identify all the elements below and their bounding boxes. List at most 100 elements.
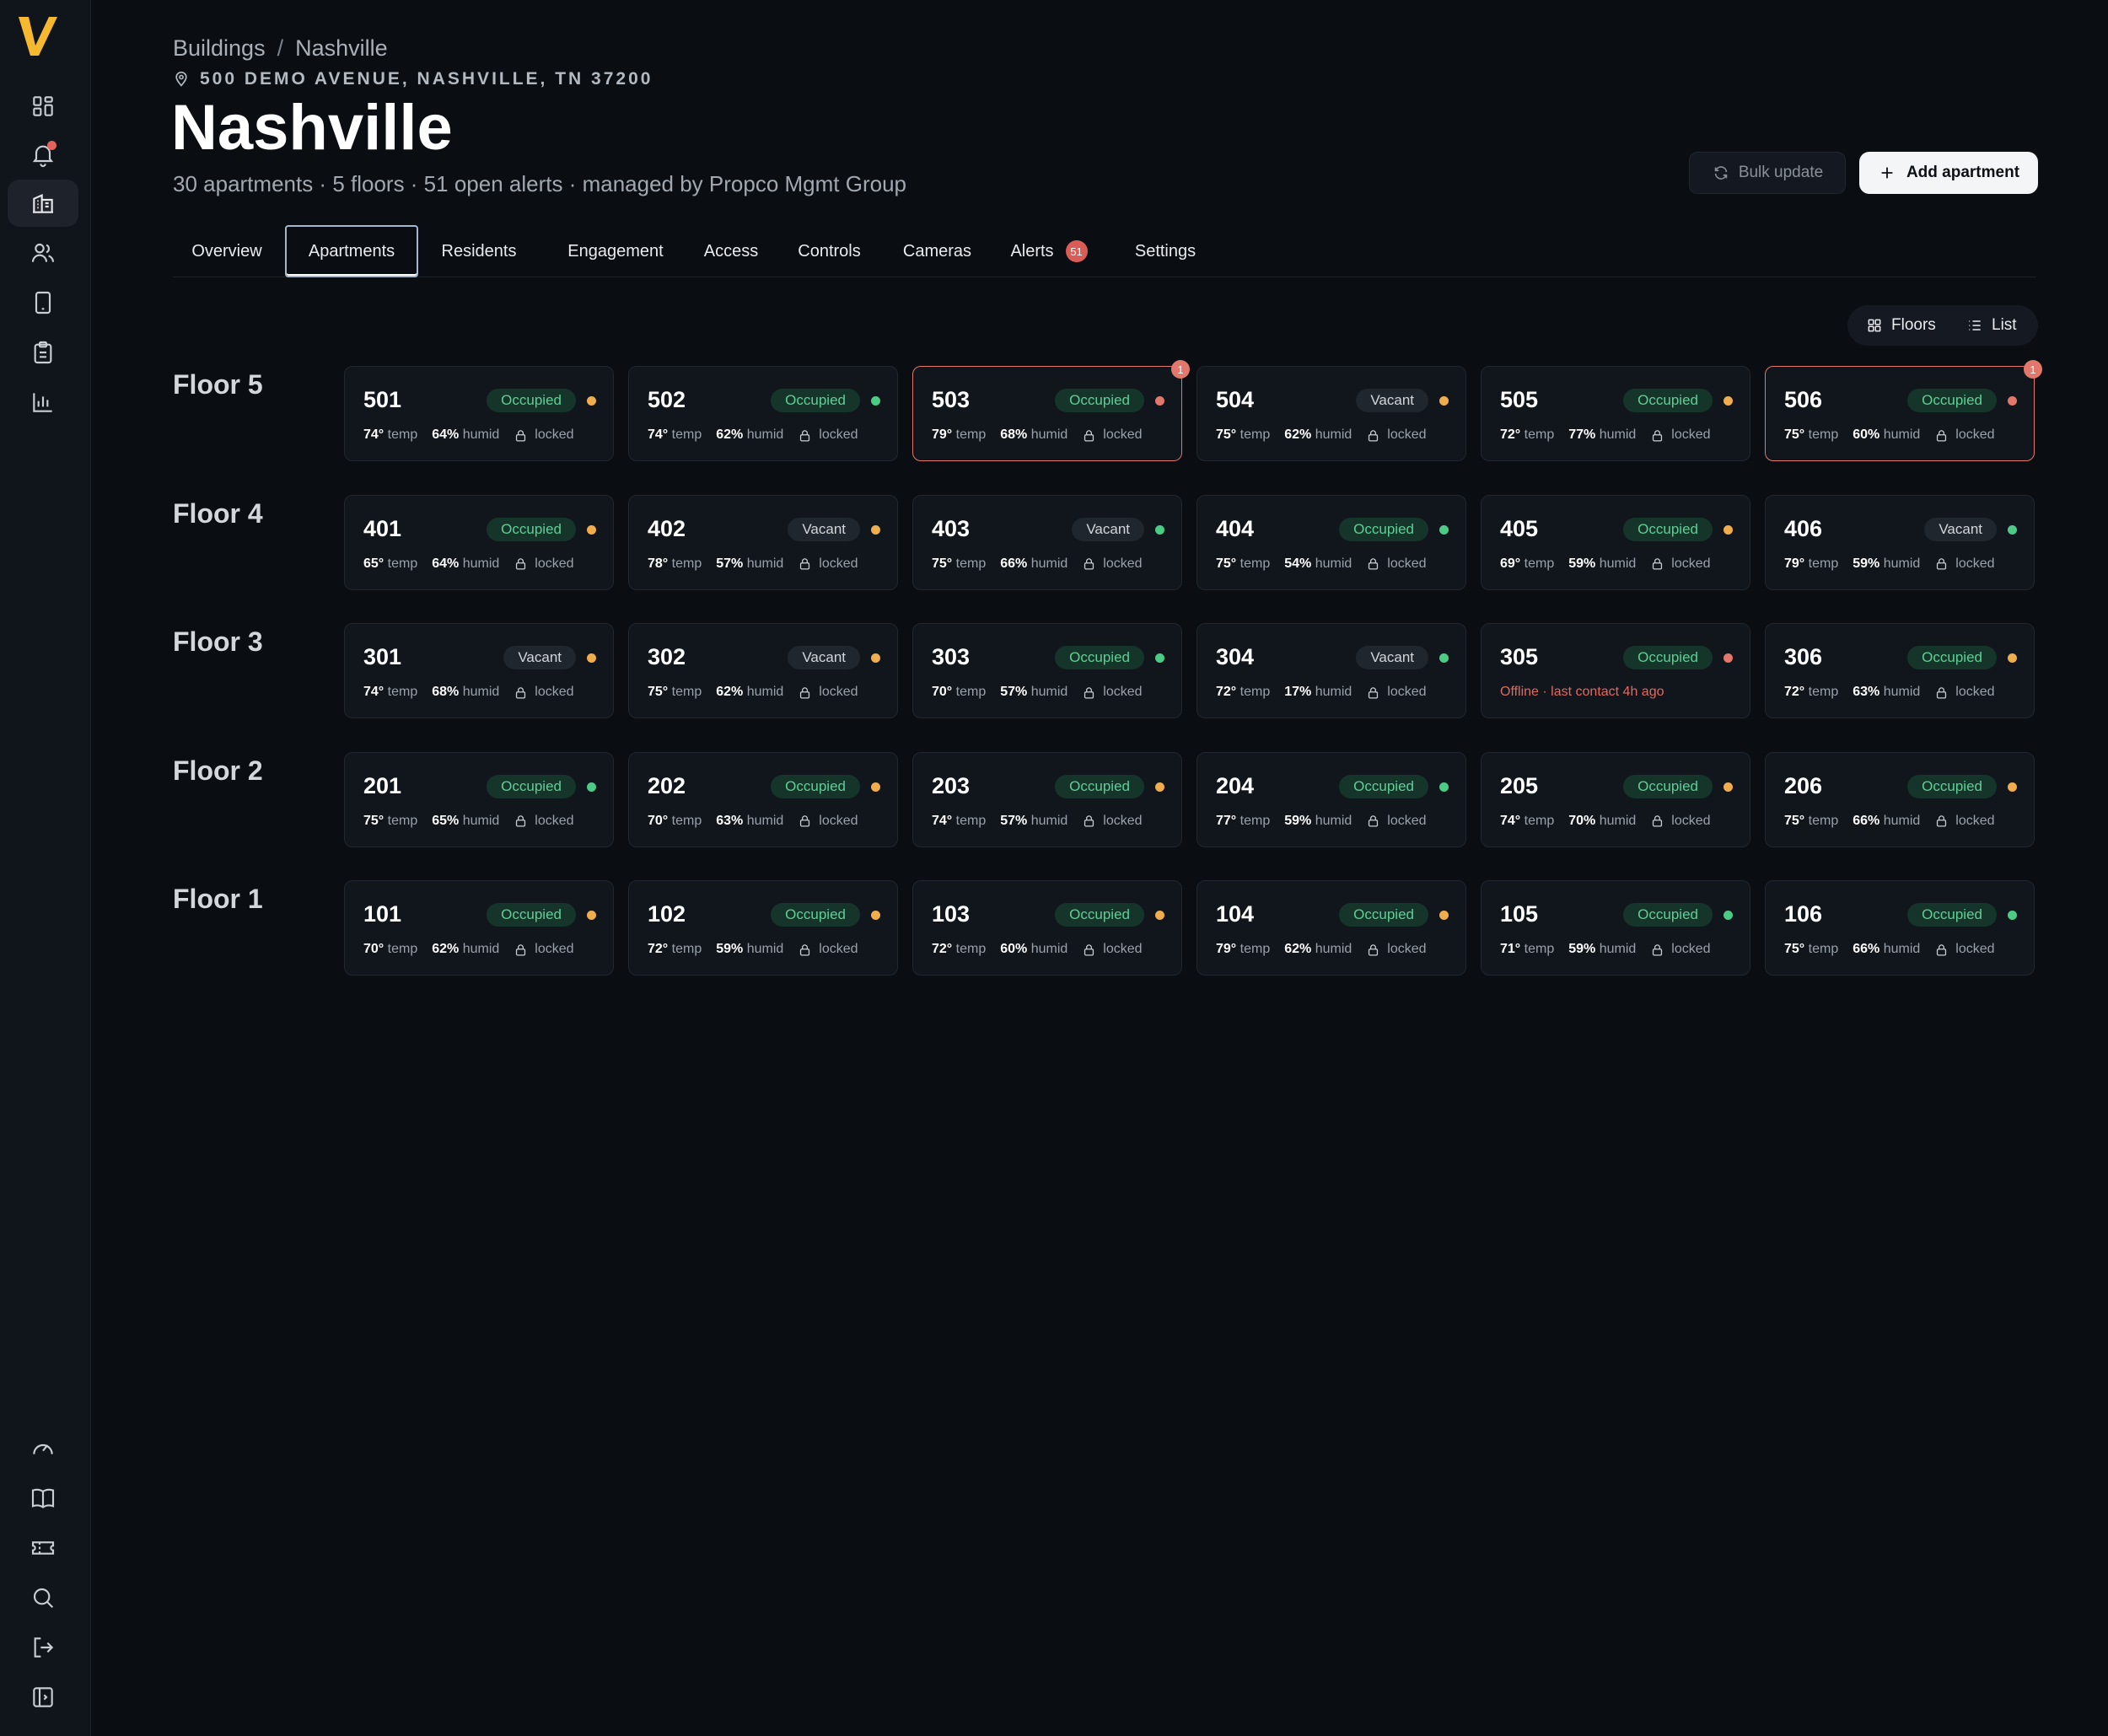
temperature-value: 71° [1500,942,1521,956]
humidity-reading: 62% humid [1284,427,1352,443]
humidity-label: humid [462,556,500,571]
health-status-dot [1155,653,1164,663]
bulk-update-button[interactable]: Bulk update [1689,152,1846,194]
lock-status: locked [1082,427,1143,443]
lock-status: locked [1366,556,1427,572]
unit-metrics: 75° temp 62% humid locked [648,685,889,700]
temperature-label: temp [1808,556,1839,571]
nav-buildings[interactable] [8,180,78,227]
apartment-card[interactable]: 406 Vacant 79° temp 59% humid locked [1765,494,2035,590]
apartment-card[interactable]: 405 Occupied 69° temp 59% humid locked [1481,494,1750,590]
humidity-label: humid [462,427,500,442]
humidity-label: humid [1315,813,1352,828]
temperature-reading: 75° temp [363,814,417,829]
apartment-card[interactable]: 103 Occupied 72° temp 60% humid locked [912,880,1182,975]
humidity-value: 59% [1568,556,1596,571]
apartment-card[interactable]: 302 Vacant 75° temp 62% humid locked [628,623,898,718]
breadcrumb-root[interactable]: Buildings [173,35,266,61]
unit-number: 502 [648,387,686,412]
unit-alert-badge[interactable]: 1 [1171,360,1190,379]
apartment-card[interactable]: 504 Vacant 75° temp 62% humid locked [1197,366,1466,461]
nav-logout[interactable] [8,1624,78,1671]
unit-alert-badge[interactable]: 1 [2024,360,2042,379]
nav-status[interactable] [8,1425,78,1472]
nav-tasks[interactable] [8,329,78,376]
tab-cameras[interactable]: Cameras [886,225,988,277]
unit-number: 102 [648,901,686,927]
unit-metrics: 65° temp 64% humid locked [363,556,605,572]
lock-status: locked [1366,685,1427,700]
apartment-card[interactable]: 201 Occupied 75° temp 65% humid locked [344,751,614,847]
apartment-card[interactable]: 102 Occupied 72° temp 59% humid locked [628,880,898,975]
apartment-card[interactable]: 305 Occupied Offline · last contact 4h ago [1481,623,1750,718]
apartment-card[interactable]: 303 Occupied 70° temp 57% humid locked [912,623,1182,718]
apartment-card[interactable]: 106 Occupied 75° temp 66% humid locked [1765,880,2035,975]
apartment-card[interactable]: 505 Occupied 72° temp 77% humid locked [1481,366,1750,461]
lock-icon [1084,686,1094,699]
apartment-card[interactable]: 506 Occupied 75° temp 60% humid locked 1 [1765,360,2042,461]
apartment-card[interactable]: 306 Occupied 72° temp 63% humid locked [1765,623,2035,718]
view-floors-option[interactable]: Floors [1866,305,1936,346]
unit-number: 104 [1216,901,1255,927]
nav-collapse[interactable] [8,1674,78,1721]
temperature-value: 79° [1216,942,1237,956]
tab-apartments[interactable]: Apartments [285,225,418,277]
view-list-option[interactable]: List [1966,305,2017,346]
temperature-label: temp [955,556,987,571]
apartment-card[interactable]: 503 Occupied 79° temp 68% humid locked 1 [912,360,1190,461]
humidity-value: 64% [432,556,460,571]
nav-docs[interactable] [8,1475,78,1522]
lock-status: locked [798,814,858,829]
apartment-card[interactable]: 104 Occupied 79° temp 62% humid locked [1197,880,1466,975]
humidity-label: humid [1599,813,1637,828]
apartment-card[interactable]: 202 Occupied 70° temp 63% humid locked [628,751,898,847]
apartment-card[interactable]: 203 Occupied 74° temp 57% humid locked [912,751,1182,847]
nav-tickets[interactable] [8,1524,78,1572]
tab-access[interactable]: Access [685,225,777,277]
nav-devices[interactable] [8,279,78,326]
brand-logo-icon[interactable] [17,12,59,59]
apartment-card[interactable]: 403 Vacant 75° temp 66% humid locked [912,494,1182,590]
apartment-card[interactable]: 205 Occupied 74° temp 70% humid locked [1481,751,1750,847]
tab-alerts[interactable]: Alerts 51 [996,225,1102,277]
apartment-card[interactable]: 105 Occupied 71° temp 59% humid locked [1481,880,1750,975]
humidity-reading: 17% humid [1284,685,1352,700]
nav-dashboard[interactable] [8,83,78,130]
apartment-card[interactable]: 402 Vacant 78° temp 57% humid locked [628,494,898,590]
apartment-card[interactable]: 502 Occupied 74° temp 62% humid locked [628,366,898,461]
nav-reports[interactable] [8,379,78,426]
add-apartment-button[interactable]: Add apartment [1859,152,2038,194]
humidity-reading: 70% humid [1568,814,1636,829]
lock-icon [1937,815,1947,827]
tab-overview[interactable]: Overview [173,225,281,277]
health-status-dot [1155,396,1164,406]
nav-residents[interactable] [8,229,78,277]
apartment-card[interactable]: 206 Occupied 75° temp 66% humid locked [1765,751,2035,847]
unit-number: 305 [1500,644,1539,669]
apartment-card[interactable]: 204 Occupied 77° temp 59% humid locked [1197,751,1466,847]
tab-label: Overview [191,241,262,261]
unit-number: 204 [1216,772,1255,798]
temperature-label: temp [1240,685,1271,699]
temperature-label: temp [1524,427,1555,442]
health-status-dot [1439,396,1449,406]
apartment-card[interactable]: 501 Occupied 74° temp 64% humid locked [344,366,614,461]
apartment-card[interactable]: 401 Occupied 65° temp 64% humid locked [344,494,614,590]
temperature-value: 74° [1500,813,1521,828]
temperature-label: temp [1808,942,1839,956]
lock-status-label: locked [1103,427,1143,442]
lock-status-label: locked [1671,427,1711,442]
tab-engagement[interactable]: Engagement [545,225,686,277]
nav-notifications[interactable] [8,131,78,178]
tab-controls[interactable]: Controls [778,225,880,277]
apartment-card[interactable]: 301 Vacant 74° temp 68% humid locked [344,623,614,718]
temperature-label: temp [671,685,702,699]
apartment-card[interactable]: 101 Occupied 70° temp 62% humid locked [344,880,614,975]
temperature-reading: 75° temp [1784,942,1838,957]
tab-settings[interactable]: Settings [1115,225,1216,277]
tab-residents[interactable]: Residents [425,225,533,277]
nav-search[interactable] [8,1574,78,1621]
apartment-card[interactable]: 304 Vacant 72° temp 17% humid locked [1197,623,1466,718]
lock-icon [800,686,810,699]
apartment-card[interactable]: 404 Occupied 75° temp 54% humid locked [1197,494,1466,590]
